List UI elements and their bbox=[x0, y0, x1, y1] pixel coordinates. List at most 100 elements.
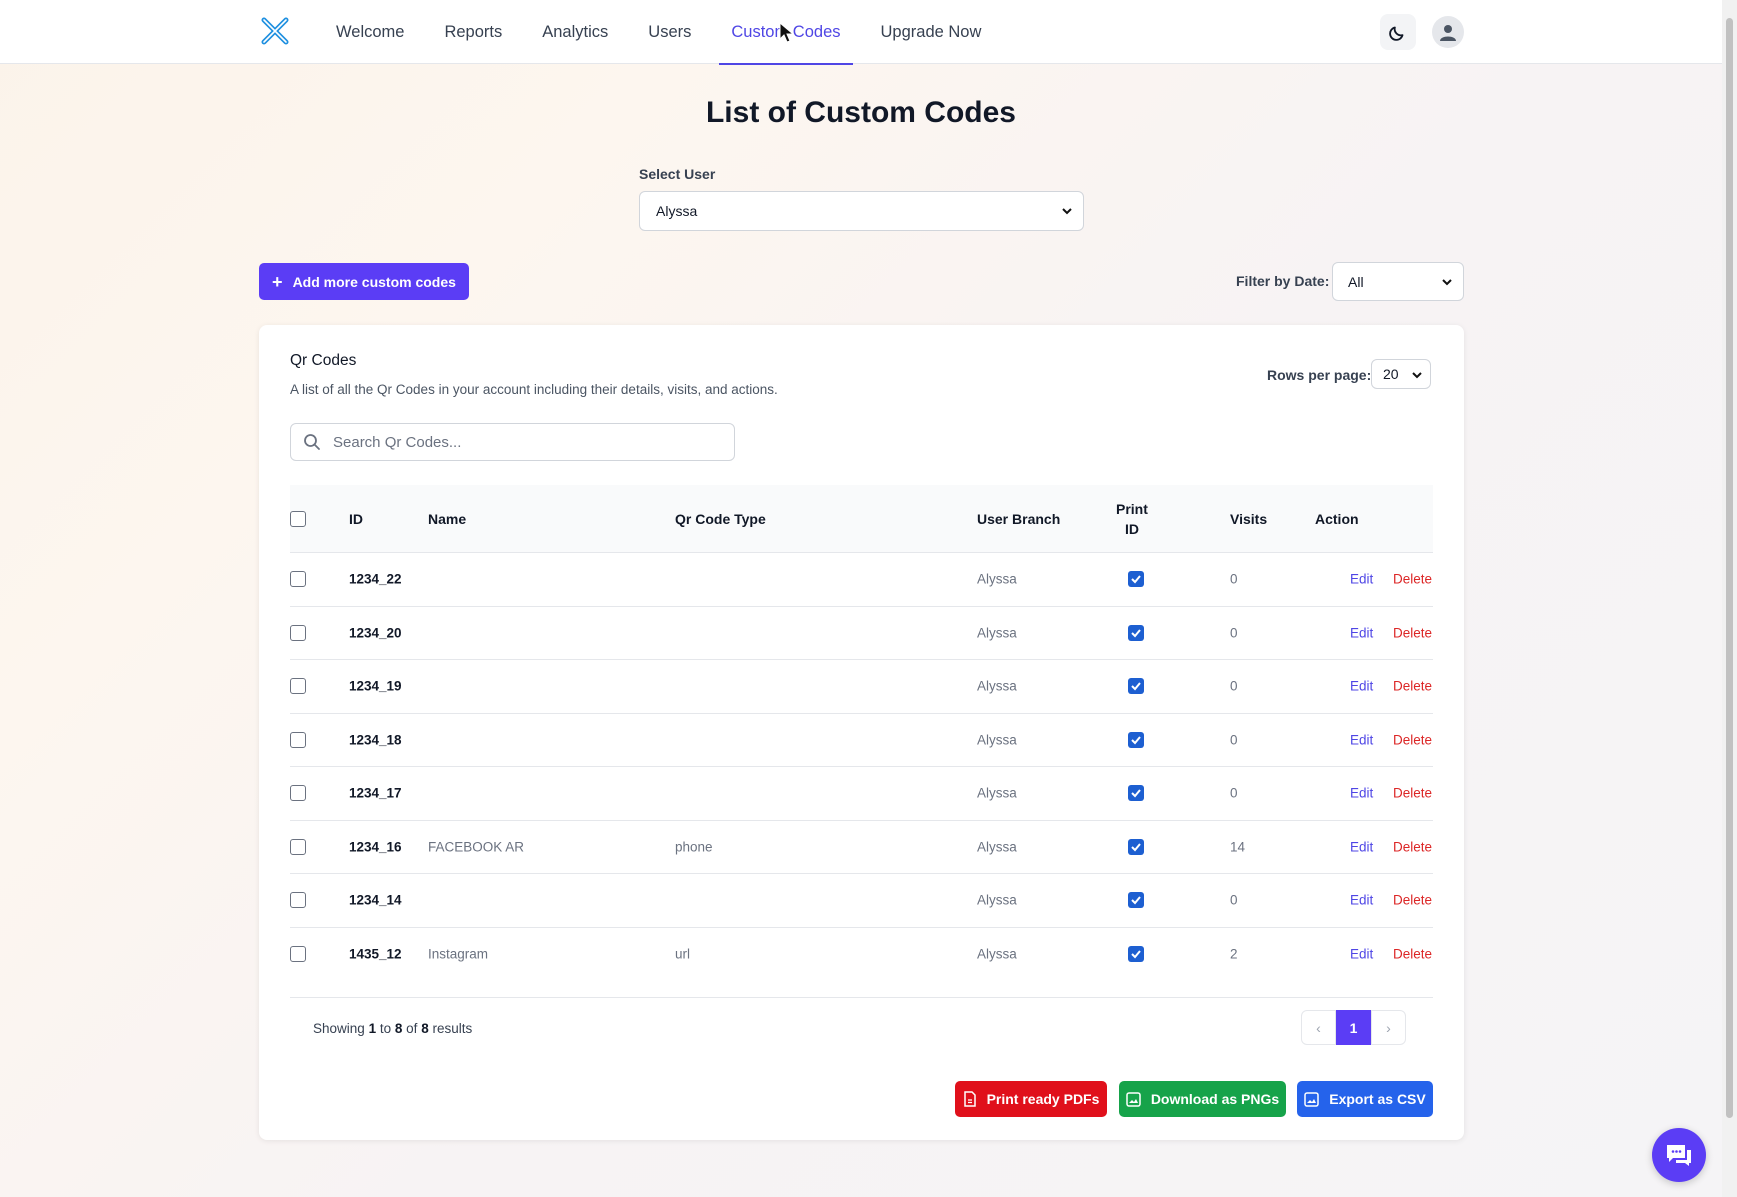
delete-link[interactable]: Delete bbox=[1393, 572, 1432, 587]
delete-link[interactable]: Delete bbox=[1393, 893, 1432, 908]
add-button-label: Add more custom codes bbox=[292, 273, 456, 290]
th-id: ID bbox=[349, 510, 363, 527]
row-checkbox[interactable] bbox=[290, 678, 306, 695]
delete-link[interactable]: Delete bbox=[1393, 625, 1432, 640]
delete-link[interactable]: Delete bbox=[1393, 786, 1432, 801]
print-ready-pdfs-button[interactable]: Print ready PDFs bbox=[955, 1081, 1107, 1117]
select-all-checkbox[interactable] bbox=[290, 510, 306, 527]
row-branch: Alyssa bbox=[977, 732, 1017, 748]
row-checkbox[interactable] bbox=[290, 946, 306, 963]
row-id: 1234_16 bbox=[349, 839, 402, 855]
user-avatar-button[interactable] bbox=[1432, 16, 1464, 48]
table-row: 1234_22 Alyssa 0 Edit Delete bbox=[290, 553, 1433, 607]
row-checkbox[interactable] bbox=[290, 624, 306, 641]
row-branch: Alyssa bbox=[977, 892, 1017, 908]
showing-to-word: to bbox=[379, 1021, 392, 1036]
print-id-checkbox[interactable] bbox=[1128, 731, 1144, 748]
edit-link[interactable]: Edit bbox=[1350, 786, 1373, 801]
row-branch: Alyssa bbox=[977, 571, 1017, 587]
scrollbar-thumb[interactable] bbox=[1726, 18, 1733, 1118]
print-pdfs-label: Print ready PDFs bbox=[986, 1091, 1100, 1107]
select-user-dropdown[interactable]: Alyssa bbox=[639, 191, 1084, 231]
filter-by-date-dropdown[interactable]: All bbox=[1332, 262, 1464, 301]
table-footer-divider bbox=[290, 997, 1433, 998]
download-pngs-label: Download as PNGs bbox=[1150, 1091, 1280, 1107]
row-branch: Alyssa bbox=[977, 625, 1017, 641]
row-visits: 0 bbox=[1230, 892, 1238, 908]
print-id-checkbox[interactable] bbox=[1128, 892, 1144, 909]
chat-widget-button[interactable] bbox=[1652, 1128, 1706, 1182]
edit-link[interactable]: Edit bbox=[1350, 839, 1373, 854]
filter-by-date-label: Filter by Date: bbox=[1236, 273, 1330, 289]
row-checkbox[interactable] bbox=[290, 571, 306, 588]
nav-welcome[interactable]: Welcome bbox=[324, 0, 416, 64]
delete-link[interactable]: Delete bbox=[1393, 947, 1432, 962]
th-user-branch: User Branch bbox=[977, 510, 1061, 527]
edit-link[interactable]: Edit bbox=[1350, 893, 1373, 908]
row-checkbox[interactable] bbox=[290, 731, 306, 748]
print-id-checkbox[interactable] bbox=[1128, 946, 1144, 963]
th-print-id-line1: Print bbox=[1116, 500, 1148, 517]
print-id-checkbox[interactable] bbox=[1128, 785, 1144, 802]
theme-toggle-button[interactable] bbox=[1380, 14, 1416, 50]
chat-icon bbox=[1667, 1145, 1691, 1166]
row-id: 1234_14 bbox=[349, 892, 402, 908]
check-icon bbox=[1131, 896, 1141, 905]
x-logo-icon[interactable] bbox=[260, 16, 290, 46]
table-row: 1234_17 Alyssa 0 Edit Delete bbox=[290, 767, 1433, 821]
mouse-cursor-icon bbox=[779, 22, 795, 43]
row-checkbox[interactable] bbox=[290, 838, 306, 855]
image-icon bbox=[1126, 1091, 1141, 1107]
edit-link[interactable]: Edit bbox=[1350, 625, 1373, 640]
rows-per-page-dropdown[interactable]: 20 bbox=[1371, 359, 1431, 389]
row-checkbox[interactable] bbox=[290, 785, 306, 802]
download-as-pngs-button[interactable]: Download as PNGs bbox=[1119, 1081, 1286, 1117]
table-row: 1234_14 Alyssa 0 Edit Delete bbox=[290, 874, 1433, 928]
search-icon bbox=[304, 434, 320, 450]
row-visits: 0 bbox=[1230, 571, 1238, 587]
row-checkbox[interactable] bbox=[290, 892, 306, 909]
print-id-checkbox[interactable] bbox=[1128, 838, 1144, 855]
page-button-current[interactable]: 1 bbox=[1336, 1010, 1371, 1045]
nav-analytics[interactable]: Analytics bbox=[530, 0, 620, 64]
row-id: 1234_17 bbox=[349, 785, 402, 801]
showing-from: 1 bbox=[368, 1021, 377, 1036]
th-name: Name bbox=[428, 510, 467, 527]
row-branch: Alyssa bbox=[977, 678, 1017, 694]
row-visits: 0 bbox=[1230, 678, 1238, 694]
filter-value: All bbox=[1348, 273, 1364, 290]
showing-of-word: of bbox=[406, 1021, 418, 1036]
row-branch: Alyssa bbox=[977, 946, 1017, 962]
th-print-id: Print ID bbox=[1116, 499, 1148, 539]
edit-link[interactable]: Edit bbox=[1350, 732, 1373, 747]
nav-users[interactable]: Users bbox=[636, 0, 703, 64]
file-pdf-icon bbox=[963, 1091, 976, 1107]
delete-link[interactable]: Delete bbox=[1393, 839, 1432, 854]
table-row: 1234_20 Alyssa 0 Edit Delete bbox=[290, 607, 1433, 660]
nav-reports[interactable]: Reports bbox=[432, 0, 514, 64]
table-row: 1234_19 Alyssa 0 Edit Delete bbox=[290, 660, 1433, 714]
nav-upgrade-now[interactable]: Upgrade Now bbox=[869, 0, 994, 64]
chevron-down-icon bbox=[1412, 372, 1422, 379]
edit-link[interactable]: Edit bbox=[1350, 572, 1373, 587]
print-id-checkbox[interactable] bbox=[1128, 678, 1144, 695]
page-scrollbar[interactable] bbox=[1722, 0, 1737, 1197]
print-id-checkbox[interactable] bbox=[1128, 571, 1144, 588]
delete-link[interactable]: Delete bbox=[1393, 679, 1432, 694]
check-icon bbox=[1131, 575, 1141, 584]
qr-codes-table: ID Name Qr Code Type User Branch Print I… bbox=[290, 485, 1433, 981]
delete-link[interactable]: Delete bbox=[1393, 732, 1432, 747]
user-icon bbox=[1440, 25, 1456, 41]
search-input[interactable]: Search Qr Codes... bbox=[290, 423, 735, 461]
export-as-csv-button[interactable]: Export as CSV bbox=[1297, 1081, 1433, 1117]
edit-link[interactable]: Edit bbox=[1350, 947, 1373, 962]
row-visits: 14 bbox=[1230, 839, 1246, 855]
next-page-button[interactable]: › bbox=[1371, 1010, 1406, 1045]
add-custom-codes-button[interactable]: + Add more custom codes bbox=[259, 263, 469, 300]
row-name: FACEBOOK AR bbox=[428, 839, 525, 855]
edit-link[interactable]: Edit bbox=[1350, 679, 1373, 694]
select-user-label: Select User bbox=[639, 166, 716, 182]
prev-page-button[interactable]: ‹ bbox=[1301, 1010, 1336, 1045]
check-icon bbox=[1131, 843, 1141, 852]
print-id-checkbox[interactable] bbox=[1128, 624, 1144, 641]
